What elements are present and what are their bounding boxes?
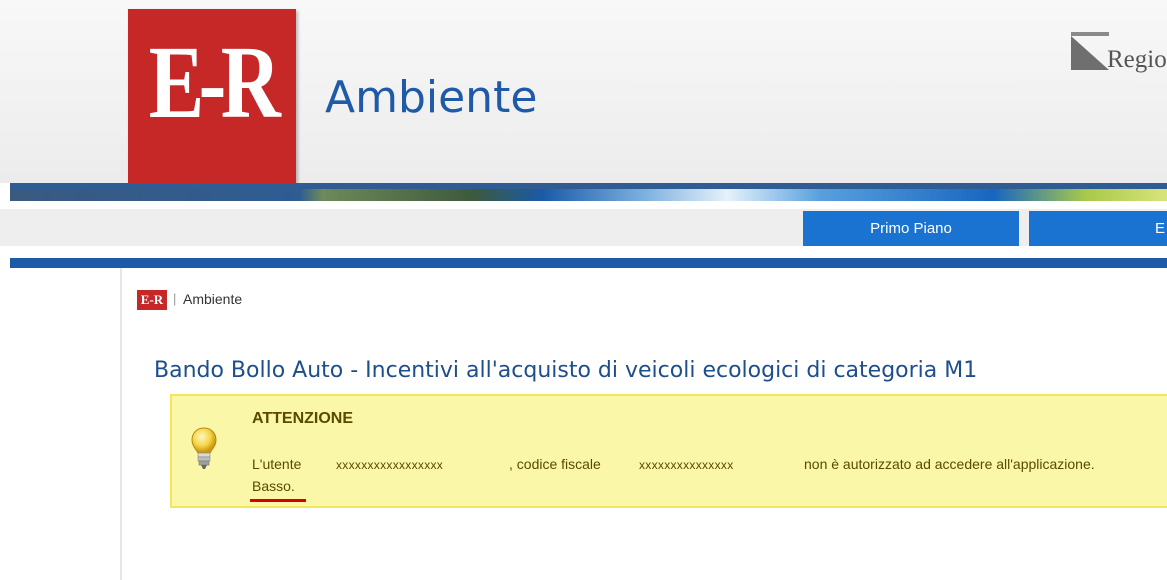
alert-text-codice: , codice fiscale (509, 456, 601, 472)
content-left-border (120, 268, 122, 580)
alert-codice-value: xxxxxxxxxxxxxxx (639, 458, 734, 472)
alert-text-user: L'utente (252, 456, 302, 472)
lightbulb-icon (191, 427, 217, 469)
regione-logo[interactable]: Regione (1063, 28, 1167, 74)
regione-logo-text: Regione (1107, 46, 1167, 73)
regione-logo-mark (1071, 36, 1109, 70)
alert-user-value: xxxxxxxxxxxxxxxxx (336, 458, 444, 472)
alert-level-text: Basso. (252, 478, 295, 494)
er-logo[interactable]: E-R (128, 9, 296, 183)
highlight-underline (250, 499, 306, 502)
site-title[interactable]: Ambiente (325, 70, 537, 126)
breadcrumb-item-ambiente[interactable]: Ambiente (183, 291, 242, 307)
header-banner-stripe (10, 183, 1167, 189)
breadcrumb-er-logo[interactable]: E-R (137, 290, 167, 310)
alert-title: ATTENZIONE (252, 410, 354, 427)
nav-underline (10, 258, 1167, 268)
er-logo-text: E-R (148, 25, 281, 140)
alert-text-not-authorized: non è autorizzato ad accedere all'applic… (804, 456, 1095, 472)
nav-item-primo-piano[interactable]: Primo Piano (803, 211, 1019, 246)
page-title: Bando Bollo Auto - Incentivi all'acquist… (154, 358, 978, 383)
nav-item-second[interactable]: E (1029, 211, 1167, 246)
breadcrumb-separator: | (173, 291, 177, 306)
